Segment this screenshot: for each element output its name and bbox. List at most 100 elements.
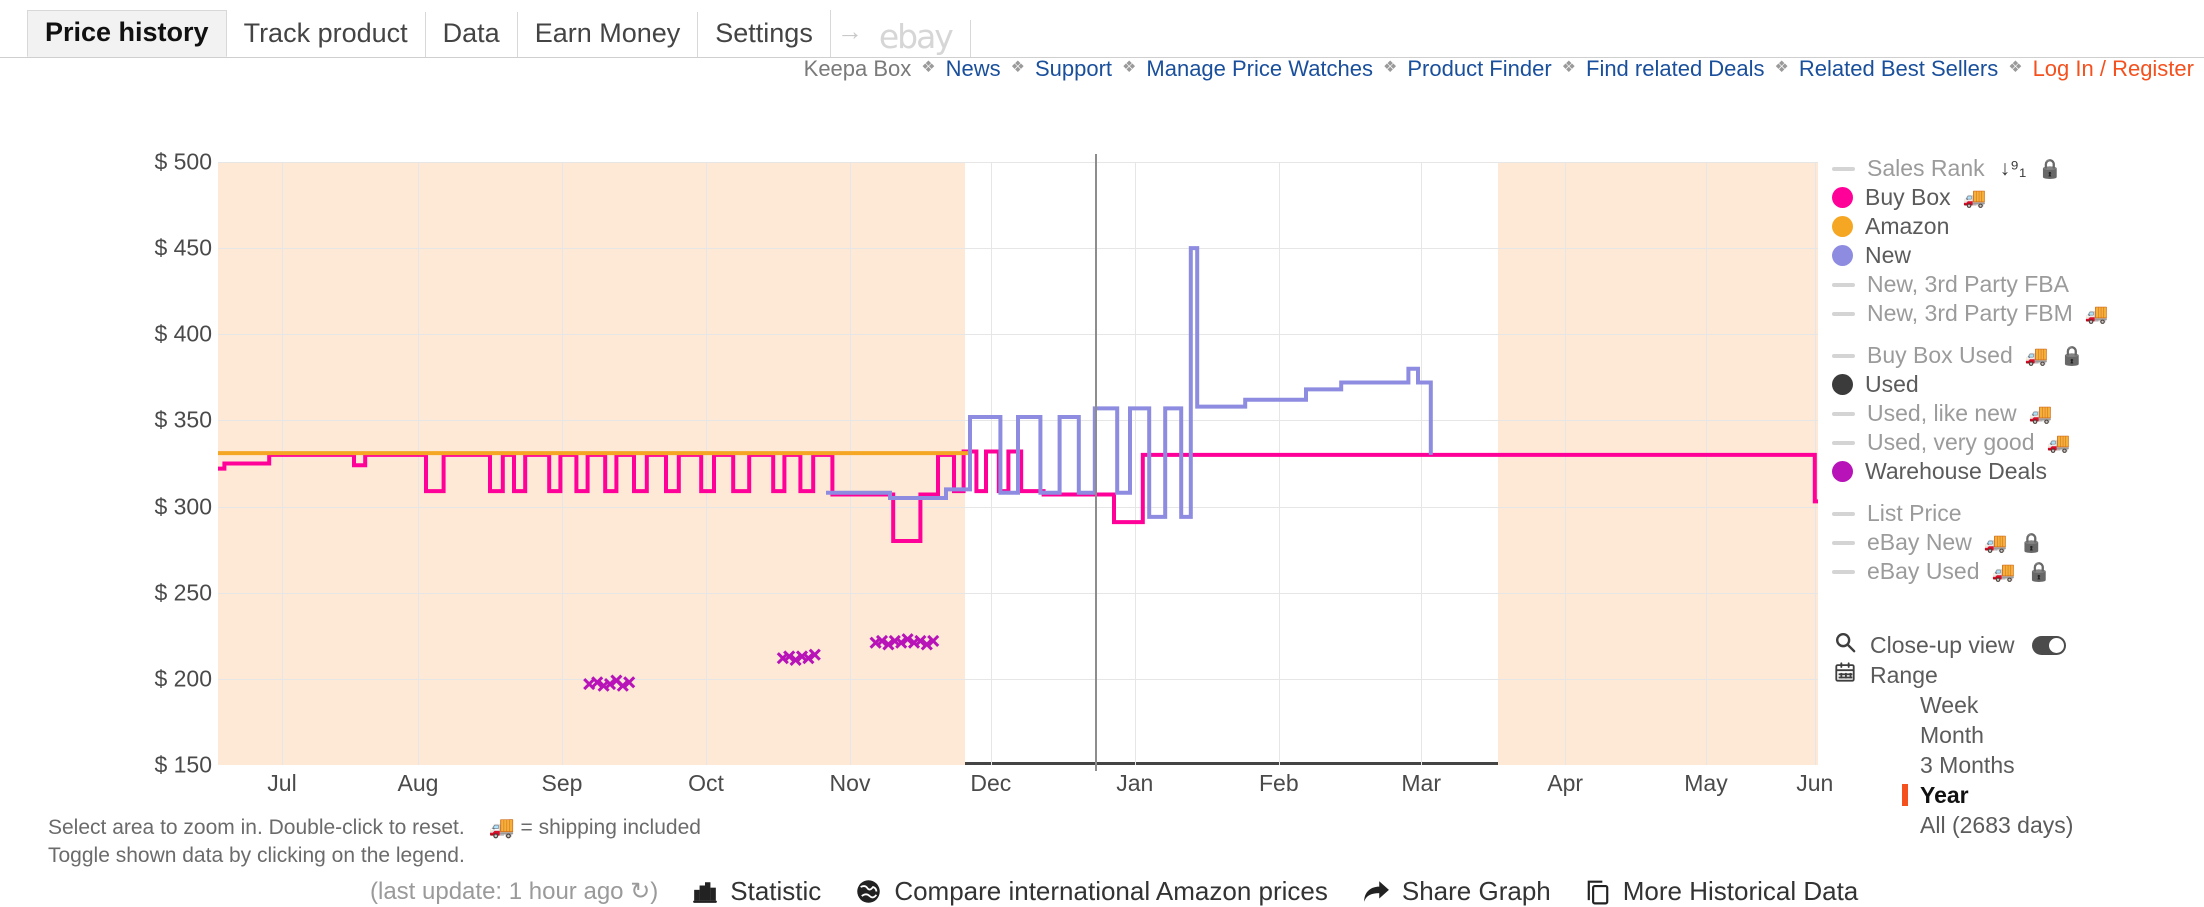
legend-marker-dot	[1832, 216, 1853, 237]
range-option-year[interactable]: Year	[1902, 780, 2204, 810]
tab-bar: Price history Track product Data Earn Mo…	[0, 0, 2204, 58]
statistic-label: Statistic	[730, 876, 822, 906]
legend-item-amazon[interactable]: Amazon	[1832, 212, 2204, 241]
scatter-warehouse-deals	[583, 633, 940, 692]
legend-marker-dash	[1832, 311, 1855, 316]
legend-item-label: eBay Used	[1867, 558, 1980, 584]
bar-chart-icon	[692, 879, 718, 905]
share-graph-label: Share Graph	[1401, 876, 1551, 906]
x-axis-tick-label: Jun	[1796, 770, 1834, 796]
truck-icon: 🚚	[2046, 432, 2071, 454]
y-axis-tick-label: $ 350	[154, 406, 212, 433]
hint-shipping-text: = shipping included	[520, 816, 701, 839]
graph-bottom-toolbar: (last update: 1 hour ago ↻) Statistic Co…	[0, 876, 2204, 907]
y-axis-tick-label: $ 250	[154, 579, 212, 606]
price-history-graph: $ 150 $ 200 $ 250 $ 300 $ 350 $ 400 $ 450 $ 500…	[0, 58, 2204, 907]
truck-icon: 🚚	[2084, 303, 2109, 325]
statistic-button[interactable]: Statistic	[692, 876, 821, 907]
x-axis-tick-label: Jan	[1116, 770, 1154, 796]
legend-item-ebay-used[interactable]: eBay Used 🚚 🔒	[1832, 557, 2204, 586]
more-historical-data-button[interactable]: More Historical Data	[1585, 876, 1858, 907]
hint-toggle-text: Toggle shown data by clicking on the leg…	[48, 844, 465, 868]
legend-marker-dash	[1832, 511, 1855, 516]
x-axis-tick-label: Mar	[1401, 770, 1441, 796]
hint-zoom-text: Select area to zoom in. Double-click to …	[48, 816, 465, 839]
closeup-view-row[interactable]: Close-up view	[1832, 630, 2204, 660]
y-axis-tick-label: $ 450	[154, 234, 212, 261]
legend-item-new-3rd-party-fbm[interactable]: New, 3rd Party FBM 🚚	[1832, 299, 2204, 328]
legend-item-new-3rd-party-fba[interactable]: New, 3rd Party FBA	[1832, 270, 2204, 299]
y-axis-tick-label: $ 400	[154, 320, 212, 347]
search-icon	[1832, 631, 1858, 659]
closeup-view-label: Close-up view	[1870, 631, 2015, 658]
legend-marker-dot	[1832, 461, 1853, 482]
chart-legend: Sales Rank ↓⁹₁ 🔒 Buy Box 🚚 Amazon New New, 3rd …	[1832, 154, 2204, 586]
truck-icon: 🚚	[488, 816, 515, 839]
y-axis-tick-label: $ 150	[154, 751, 212, 778]
plot-area[interactable]	[218, 154, 1818, 771]
truck-icon: 🚚	[2024, 345, 2049, 367]
x-axis-tick-label: Nov	[829, 770, 871, 796]
x-axis-tick-label: Oct	[688, 770, 724, 796]
legend-item-used-like-new[interactable]: Used, like new 🚚	[1832, 399, 2204, 428]
ebay-logo[interactable]: ebay	[873, 20, 971, 57]
legend-item-used-very-good[interactable]: Used, very good 🚚	[1832, 428, 2204, 457]
legend-item-label: Used	[1865, 371, 1919, 397]
legend-item-label: Warehouse Deals	[1865, 458, 2047, 484]
tab-data[interactable]: Data	[424, 12, 518, 57]
last-update-label: (last update: 1 hour ago ↻)	[370, 878, 659, 905]
y-axis-tick-label: $ 500	[154, 148, 212, 175]
legend-item-label: Amazon	[1865, 213, 1950, 239]
y-axis-tick-label: $ 200	[154, 665, 212, 692]
x-axis: Jul Aug Sep Oct Nov Dec Jan Feb Mar Apr May Jun	[218, 770, 1833, 806]
y-axis-tick-label: $ 300	[154, 493, 212, 520]
globe-icon	[855, 878, 882, 905]
closeup-view-toggle[interactable]	[2032, 635, 2067, 655]
legend-marker-dash	[1832, 569, 1855, 574]
lock-icon: 🔒	[2027, 561, 2051, 583]
legend-item-label: Sales Rank	[1867, 155, 1985, 181]
legend-item-warehouse-deals[interactable]: Warehouse Deals	[1832, 457, 2204, 486]
x-axis-tick-label: May	[1684, 770, 1728, 796]
legend-marker-dash	[1832, 440, 1855, 445]
range-options: Week Month 3 Months Year All (2683 days)	[1902, 690, 2204, 840]
arrow-right-icon: →	[829, 10, 873, 57]
legend-marker-dash	[1832, 282, 1855, 287]
hint-zoom-row: Select area to zoom in. Double-click to …	[48, 814, 701, 842]
calendar-icon	[1832, 661, 1858, 689]
legend-item-sales-rank[interactable]: Sales Rank ↓⁹₁ 🔒	[1832, 154, 2204, 183]
sort-descending-icon[interactable]: ↓⁹₁	[2000, 157, 2027, 181]
range-option-month[interactable]: Month	[1914, 720, 2204, 750]
copy-icon	[1585, 879, 1611, 905]
truck-icon: 🚚	[2028, 403, 2053, 425]
legend-item-used[interactable]: Used	[1832, 370, 2204, 399]
legend-item-list-price[interactable]: List Price	[1832, 499, 2204, 528]
legend-item-label: List Price	[1867, 500, 1962, 526]
legend-item-label: New, 3rd Party FBA	[1867, 271, 2069, 297]
compare-international-prices-button[interactable]: Compare international Amazon prices	[855, 876, 1328, 907]
legend-item-ebay-new[interactable]: eBay New 🚚 🔒	[1832, 528, 2204, 557]
range-option-all-2683-days[interactable]: All (2683 days)	[1914, 810, 2204, 840]
legend-item-new[interactable]: New	[1832, 241, 2204, 270]
legend-marker-dot	[1832, 245, 1853, 266]
legend-item-buy-box[interactable]: Buy Box 🚚	[1832, 183, 2204, 212]
tab-settings[interactable]: Settings	[697, 12, 831, 57]
tab-earn-money[interactable]: Earn Money	[516, 12, 699, 57]
range-label: Range	[1870, 661, 1938, 688]
tab-track-product[interactable]: Track product	[225, 12, 426, 57]
range-option-3-months[interactable]: 3 Months	[1914, 750, 2204, 780]
cursor-line	[1094, 154, 1097, 771]
x-axis-tick-label: Apr	[1547, 770, 1584, 796]
y-axis: $ 150 $ 200 $ 250 $ 300 $ 350 $ 400 $ 450 $ 500	[140, 149, 212, 778]
range-option-week[interactable]: Week	[1914, 690, 2204, 720]
range-row: Range	[1832, 660, 2204, 690]
legend-item-buy-box-used[interactable]: Buy Box Used 🚚 🔒	[1832, 341, 2204, 370]
series-line-new	[826, 246, 1433, 519]
chart-controls: Close-up view Range Week Month 3 Months Yea…	[1832, 630, 2204, 840]
x-axis-tick-label: Jul	[267, 770, 297, 796]
share-graph-button[interactable]: Share Graph	[1362, 876, 1551, 907]
legend-item-label: Buy Box	[1865, 184, 1951, 210]
tab-price-history[interactable]: Price history	[27, 10, 227, 57]
x-axis-tick-label: Aug	[397, 770, 439, 796]
legend-item-label: New, 3rd Party FBM	[1867, 300, 2073, 326]
